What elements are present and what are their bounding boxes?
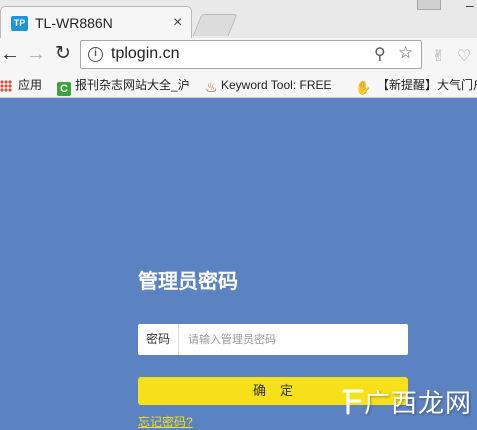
- shield-extension-icon[interactable]: ♡: [457, 46, 471, 66]
- extension-icon[interactable]: ✌: [432, 46, 445, 66]
- site-info-icon[interactable]: i: [88, 47, 103, 62]
- bookmark-label: Keyword Tool: FREE: [221, 78, 332, 92]
- bookmark-star-icon[interactable]: ☆: [398, 43, 413, 63]
- apps-grid-icon: [0, 80, 12, 92]
- bookmark-newspaper-sites[interactable]: C 报刊杂志网站大全_沪: [57, 76, 190, 96]
- url-text[interactable]: tplogin.cn: [111, 45, 180, 63]
- c-badge-icon: C: [57, 82, 71, 96]
- back-arrow-icon[interactable]: ←: [0, 42, 20, 66]
- browser-tab[interactable]: TP TL-WR886N ×: [0, 6, 192, 38]
- new-tab-button[interactable]: [192, 14, 238, 36]
- bookmark-label: 报刊杂志网站大全_沪: [75, 78, 190, 92]
- tab-title: TL-WR886N: [35, 15, 113, 31]
- password-label: 密码: [138, 324, 179, 355]
- bookmark-label: 应用: [18, 78, 43, 92]
- bookmark-portal[interactable]: ✋ 【新提醒】大气门户: [355, 76, 477, 95]
- watermark-logo-icon: [342, 389, 364, 415]
- tab-close-icon[interactable]: ×: [173, 14, 182, 32]
- login-title: 管理员密码: [138, 271, 238, 293]
- browser-toolbar: ← → ↻ i tplogin.cn ⚲ ☆ ✌ ♡: [0, 38, 477, 72]
- tab-strip: TP TL-WR886N × –: [0, 0, 477, 38]
- flame-icon: ♨: [205, 79, 218, 95]
- zoom-icon[interactable]: ⚲: [374, 44, 386, 64]
- thumbs-up-icon: ✋: [355, 80, 372, 95]
- tp-link-favicon-icon: TP: [11, 16, 28, 31]
- reload-icon[interactable]: ↻: [55, 42, 71, 66]
- watermark-text: 广西龙网: [364, 389, 473, 419]
- password-field: 密码: [138, 324, 408, 355]
- forgot-password-link[interactable]: 忘记密码?: [138, 413, 193, 430]
- bookmark-keyword-tool[interactable]: ♨ Keyword Tool: FREE: [205, 76, 332, 95]
- bookmark-apps[interactable]: 应用: [0, 76, 42, 94]
- bookmark-label: 【新提醒】大气门户: [377, 78, 477, 92]
- window-control-button[interactable]: [417, 0, 441, 10]
- address-bar[interactable]: i tplogin.cn ⚲ ☆: [80, 40, 422, 69]
- forward-arrow-icon[interactable]: →: [26, 42, 46, 66]
- bookmarks-bar: 应用 C 报刊杂志网站大全_沪 ♨ Keyword Tool: FREE ✋ 【新提醒…: [0, 72, 477, 98]
- window-minimize-icon[interactable]: –: [466, 0, 477, 14]
- watermark: 广西龙网: [340, 383, 471, 423]
- password-input[interactable]: [180, 324, 406, 355]
